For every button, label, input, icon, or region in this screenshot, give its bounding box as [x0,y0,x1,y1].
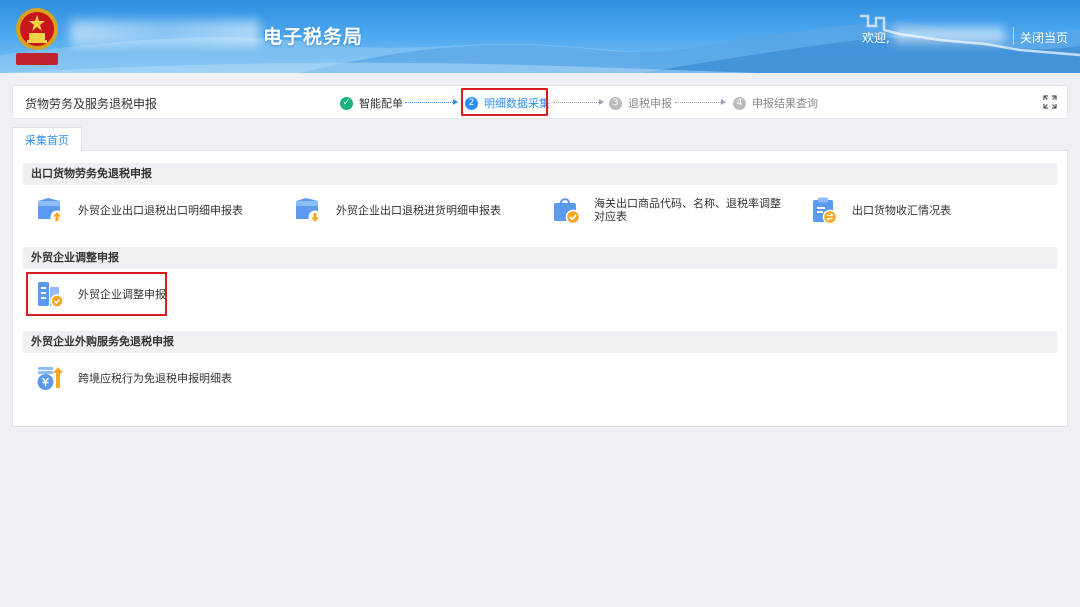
fullscreen-icon[interactable] [1043,95,1057,109]
section-header-export-goods: 出口货物劳务免退税申报 [23,163,1057,185]
item-export-detail-report[interactable]: 外贸企业出口退税出口明细申报表 [35,195,243,225]
step-label: 退税申报 [628,97,672,110]
section-header-purchased-services: 外贸企业外购服务免退税申报 [23,331,1057,353]
highlight-box-adjustment-item [26,272,167,316]
national-emblem-icon [16,8,58,50]
step-label: 申报结果查询 [752,97,818,110]
site-header: 电子税务局 欢迎, 关闭当页 [0,0,1080,73]
step-result-query[interactable]: 4 申报结果查询 [733,94,818,112]
step-refund-declaration[interactable]: 3 退税申报 [609,94,672,112]
coin-arrow-up-icon [37,367,63,390]
redacted-user-name [893,27,1005,43]
step-smart-matching[interactable]: ✓ 智能配单 [340,94,403,112]
item-label: 外贸企业出口退税进货明细申报表 [336,203,501,217]
site-title: 电子税务局 [263,26,364,48]
highlight-box-active-step [461,88,548,116]
module-title: 货物劳务及服务退税申报 [25,97,158,111]
step-connector [405,99,458,105]
tab-collection-home[interactable]: 采集首页 [12,127,82,151]
step-connector [553,99,604,105]
welcome-text: 欢迎, [862,31,890,45]
item-cross-border-taxable-detail[interactable]: 跨境应税行为免退税申报明细表 [35,363,232,393]
box-upload-icon [38,198,64,224]
step-number-badge: 3 [609,96,622,110]
step-label: 智能配单 [359,97,403,110]
content-panel: 出口货物劳务免退税申报 外贸企业出口退税出口明细申报表 外贸企业出口退税进货明细… [12,150,1068,427]
clipboard-exchange-icon [813,197,838,225]
box-download-icon [296,198,322,224]
step-number-badge: 4 [733,96,746,110]
redacted-region-name [70,20,260,46]
section-header-trade-adjustment: 外贸企业调整申报 [23,247,1057,269]
step-connector [675,99,726,105]
item-purchase-detail-report[interactable]: 外贸企业出口退税进货明细申报表 [293,195,501,225]
item-label: 外贸企业出口退税出口明细申报表 [78,203,243,217]
item-label: 跨境应税行为免退税申报明细表 [78,371,232,385]
emblem-caption-logo [16,53,58,65]
shopping-bag-check-icon [554,198,581,225]
item-label: 海关出口商品代码、名称、退税率调整对应表 [594,197,781,223]
header-divider [1013,27,1014,45]
item-customs-code-adjustment[interactable]: 海关出口商品代码、名称、退税率调整对应表 [551,195,791,225]
check-icon: ✓ [340,96,353,110]
item-export-forex-status[interactable]: 出口货物收汇情况表 [809,195,951,225]
step-bar: 货物劳务及服务退税申报 ✓ 智能配单 2 明细数据采集 3 退税申报 4 申报结… [12,85,1068,119]
item-label: 出口货物收汇情况表 [852,203,951,217]
close-page-link[interactable]: 关闭当页 [1020,29,1068,46]
